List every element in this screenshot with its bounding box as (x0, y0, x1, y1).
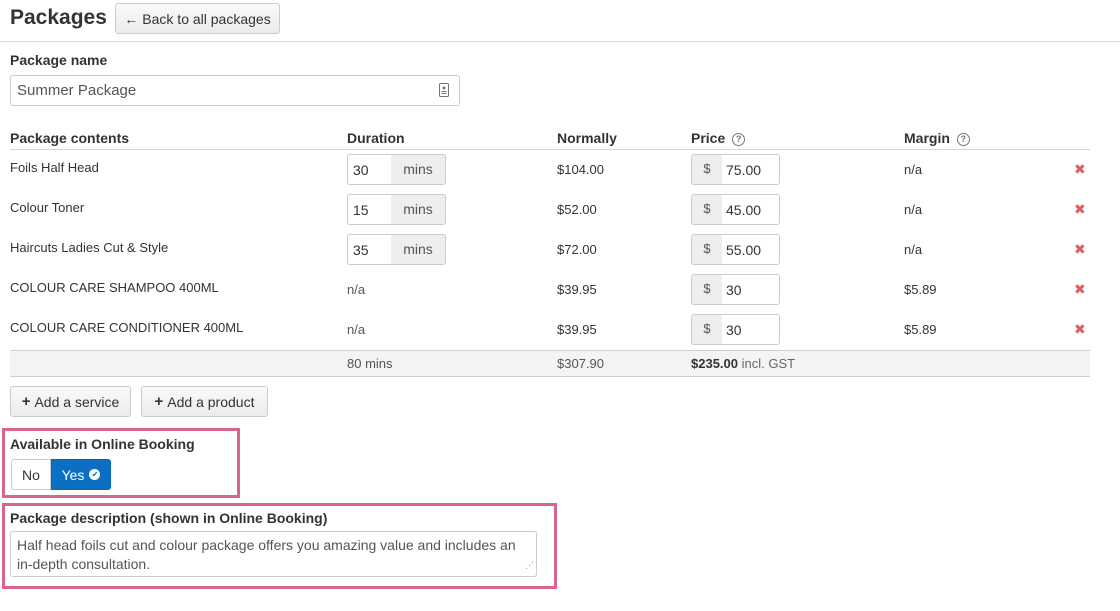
price-help-icon[interactable]: ? (732, 133, 746, 146)
price-input[interactable]: 75.00 (722, 154, 780, 185)
column-header-price: Price ? (691, 130, 746, 146)
no-label: No (22, 466, 40, 483)
normal-price: $104.00 (557, 162, 604, 177)
item-name: Foils Half Head (10, 160, 99, 175)
duration-input[interactable]: 35 (347, 234, 392, 265)
online-booking-toggle: No Yes ✔ (11, 459, 111, 490)
yes-label: Yes (61, 466, 85, 483)
online-booking-yes-button[interactable]: Yes ✔ (51, 459, 111, 490)
margin-value: $5.89 (904, 282, 937, 297)
remove-times-icon[interactable]: ✖ (1074, 241, 1086, 258)
description-textarea[interactable]: Half head foils cut and colour package o… (10, 531, 537, 577)
price-header-label: Price (691, 130, 726, 146)
price-input[interactable]: 30 (722, 314, 780, 345)
description-label: Package description (shown in Online Boo… (10, 510, 328, 526)
check-circle-icon: ✔ (89, 469, 101, 480)
normal-price: $52.00 (557, 202, 597, 217)
price-input[interactable]: 55.00 (722, 234, 780, 265)
remove-times-icon[interactable]: ✖ (1074, 321, 1086, 338)
table-header-divider (10, 149, 1090, 150)
plus-icon: + (21, 393, 31, 410)
remove-times-icon[interactable]: ✖ (1074, 201, 1086, 218)
totals-row (10, 350, 1090, 376)
duration-value: n/a (347, 282, 366, 297)
back-to-all-packages-button[interactable]: ← Back to all packages (115, 3, 280, 34)
remove-times-icon[interactable]: ✖ (1074, 281, 1086, 298)
total-price-suffix: incl. GST (741, 356, 796, 371)
price-input[interactable]: 45.00 (722, 194, 780, 225)
totals-top-divider (10, 350, 1090, 351)
add-product-button[interactable]: + Add a product (141, 386, 268, 417)
plus-icon: + (154, 393, 164, 410)
item-name: Haircuts Ladies Cut & Style (10, 240, 169, 255)
online-booking-label: Available in Online Booking (10, 436, 195, 452)
resize-handle-icon[interactable]: ⋰ (525, 556, 534, 575)
margin-value: n/a (904, 162, 923, 177)
margin-value: n/a (904, 202, 923, 217)
totals-bottom-divider (10, 376, 1090, 377)
total-normally: $307.90 (557, 356, 604, 371)
duration-unit-addon: mins (391, 154, 446, 185)
item-name: Colour Toner (10, 200, 85, 215)
arrow-left-icon: ← (124, 10, 139, 27)
currency-addon: $ (691, 234, 723, 265)
column-header-duration: Duration (347, 130, 405, 146)
duration-input[interactable]: 30 (347, 154, 392, 185)
back-button-label: Back to all packages (142, 10, 271, 27)
price-input[interactable]: 30 (722, 274, 780, 305)
total-duration: 80 mins (347, 356, 393, 371)
item-name: COLOUR CARE CONDITIONER 400ML (10, 320, 244, 335)
add-service-button[interactable]: + Add a service (10, 386, 131, 417)
currency-addon: $ (691, 274, 723, 305)
duration-unit-addon: mins (391, 234, 446, 265)
online-booking-no-button[interactable]: No (11, 459, 51, 490)
currency-addon: $ (691, 194, 723, 225)
package-name-input[interactable]: Summer Package (10, 75, 460, 106)
add-product-label: Add a product (167, 393, 255, 410)
duration-value: n/a (347, 322, 366, 337)
remove-times-icon[interactable]: ✖ (1074, 161, 1086, 178)
item-name: COLOUR CARE SHAMPOO 400ML (10, 280, 219, 295)
description-text: Half head foils cut and colour package o… (17, 537, 516, 572)
margin-value: $5.89 (904, 322, 937, 337)
column-header-contents: Package contents (10, 130, 130, 146)
normal-price: $72.00 (557, 242, 597, 257)
normal-price: $39.95 (557, 282, 597, 297)
package-name-value: Summer Package (17, 82, 137, 99)
margin-header-label: Margin (904, 130, 950, 146)
total-price-value: $235.00 (691, 356, 738, 371)
column-header-margin: Margin ? (904, 130, 970, 146)
duration-input[interactable]: 15 (347, 194, 392, 225)
currency-addon: $ (691, 154, 723, 185)
margin-value: n/a (904, 242, 923, 257)
add-service-label: Add a service (34, 393, 120, 410)
total-price: $235.00 incl. GST (691, 356, 795, 371)
package-name-label: Package name (10, 52, 108, 68)
page-header: Packages ← Back to all packages (0, 0, 1120, 42)
contact-card-icon (439, 83, 449, 101)
page-title: Packages (10, 6, 107, 29)
currency-addon: $ (691, 314, 723, 345)
duration-unit-addon: mins (391, 194, 446, 225)
column-header-normally: Normally (557, 130, 617, 146)
margin-help-icon[interactable]: ? (956, 133, 970, 146)
normal-price: $39.95 (557, 322, 597, 337)
